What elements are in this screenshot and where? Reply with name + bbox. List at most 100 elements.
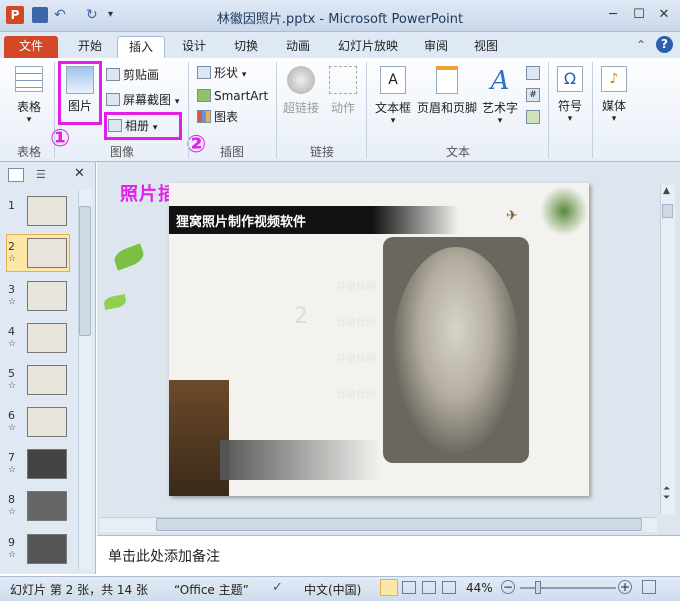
- faint-line: 目录标题: [336, 354, 376, 365]
- minimize-icon[interactable]: ─: [602, 7, 624, 23]
- clipart-button[interactable]: 剪贴画: [106, 66, 159, 84]
- tab-design[interactable]: 设计: [172, 36, 216, 58]
- previous-slide-icon[interactable]: ⏶ ⏷: [663, 485, 670, 503]
- vertical-scrollbar[interactable]: [660, 185, 675, 515]
- chart-button[interactable]: 图表: [197, 108, 238, 126]
- slide-thumbnail[interactable]: [27, 323, 67, 353]
- transition-star-icon: ☆: [8, 254, 17, 264]
- slide-thumbnail-selected[interactable]: [27, 238, 67, 268]
- dropdown-arrow-icon: ▾: [390, 116, 396, 126]
- textbox-icon: A: [380, 66, 406, 94]
- action-button[interactable]: 动作: [325, 64, 361, 116]
- picture-button[interactable]: 图片: [61, 64, 99, 114]
- tab-transitions[interactable]: 切换: [224, 36, 268, 58]
- slide-thumbnail[interactable]: [27, 196, 67, 226]
- shapes-button[interactable]: 形状 ▾: [197, 64, 246, 82]
- globe-icon: [287, 66, 315, 94]
- theme-name[interactable]: “Office 主题”: [174, 581, 249, 598]
- window-title: 林徽因照片.pptx - Microsoft PowerPoint: [216, 12, 464, 27]
- table-button[interactable]: 表格 ▾: [8, 64, 50, 125]
- tab-slideshow[interactable]: 幻灯片放映: [330, 36, 406, 58]
- fit-to-window-icon[interactable]: [642, 580, 656, 594]
- tab-review[interactable]: 审阅: [416, 36, 456, 58]
- slide-counter: 幻灯片 第 2 张，共 14 张: [10, 583, 148, 597]
- textbox-button[interactable]: A 文本框 ▾: [372, 64, 414, 126]
- hyperlink-button[interactable]: 超链接: [280, 64, 322, 116]
- screenshot-button[interactable]: 屏幕截图 ▾: [106, 91, 179, 109]
- close-icon[interactable]: ✕: [653, 7, 675, 23]
- slide-thumbnail[interactable]: [27, 281, 67, 311]
- slide-number-label: 2: [8, 240, 15, 253]
- smartart-button[interactable]: SmartArt: [197, 87, 268, 105]
- hyperlink-label: 超链接: [282, 101, 319, 115]
- slide-number-icon[interactable]: #: [526, 88, 540, 102]
- header-footer-button[interactable]: 页眉和页脚: [416, 64, 478, 116]
- group-separator: [188, 62, 189, 158]
- slides-pane-scroll-thumb[interactable]: [79, 206, 91, 336]
- annotation-circle-two: ②: [186, 130, 207, 158]
- shapes-label: 形状: [214, 66, 239, 80]
- dropdown-arrow-icon: ▾: [611, 114, 617, 124]
- wordart-icon: A: [490, 66, 510, 96]
- horizontal-scroll-thumb[interactable]: [156, 518, 642, 531]
- reading-view-icon[interactable]: [422, 581, 436, 594]
- help-icon[interactable]: ?: [656, 36, 673, 53]
- shapes-icon: [197, 66, 211, 79]
- group-label-table: 表格: [16, 145, 41, 159]
- slide-thumbnail[interactable]: [27, 365, 67, 395]
- clipart-label: 剪贴画: [123, 68, 160, 82]
- zoom-out-icon[interactable]: −: [501, 580, 515, 594]
- date-time-icon[interactable]: [526, 66, 540, 80]
- zoom-in-icon[interactable]: +: [618, 580, 632, 594]
- maximize-icon[interactable]: ☐: [628, 7, 650, 23]
- slide-number-label: 9: [8, 536, 15, 549]
- media-label: 媒体: [601, 99, 626, 113]
- group-separator: [592, 62, 593, 158]
- slide-thumbnail[interactable]: [27, 491, 67, 521]
- group-label-image: 图像: [109, 145, 134, 159]
- notes-placeholder[interactable]: 单击此处添加备注: [108, 546, 220, 566]
- close-pane-icon[interactable]: ✕: [74, 166, 85, 181]
- transition-star-icon: ☆: [8, 297, 17, 307]
- tab-insert[interactable]: 插入: [117, 36, 165, 58]
- language-indicator[interactable]: 中文(中国): [304, 581, 361, 598]
- object-icon[interactable]: [526, 110, 540, 124]
- smartart-icon: [197, 89, 211, 102]
- slide-number-label: 8: [8, 493, 15, 506]
- media-button[interactable]: ♪ 媒体 ▾: [596, 64, 632, 124]
- symbol-button[interactable]: Ω 符号 ▾: [552, 64, 588, 124]
- slides-tab-icon[interactable]: [8, 168, 24, 182]
- dropdown-arrow-icon: ▾: [26, 115, 32, 125]
- header-footer-label: 页眉和页脚: [416, 101, 477, 115]
- slide-banner-text: 狸窝照片制作视频软件: [176, 215, 307, 230]
- zoom-level[interactable]: 44%: [466, 581, 493, 595]
- slide-thumbnail[interactable]: [27, 407, 67, 437]
- tab-file[interactable]: 文件: [4, 36, 58, 58]
- collapse-ribbon-icon[interactable]: ⌃: [636, 38, 646, 52]
- zoom-slider-thumb[interactable]: [535, 581, 541, 594]
- slide-thumbnail[interactable]: [27, 534, 67, 564]
- transition-star-icon: ☆: [8, 381, 17, 391]
- ink-wash-decoration: [220, 440, 380, 480]
- wordart-button[interactable]: A 艺术字 ▾: [480, 64, 520, 126]
- group-label-links: 链接: [309, 145, 334, 159]
- tab-home[interactable]: 开始: [70, 36, 110, 58]
- portrait-photo[interactable]: [383, 237, 529, 463]
- slide-number-label: 4: [8, 325, 15, 338]
- picture-icon: [66, 66, 94, 94]
- slideshow-view-icon[interactable]: [442, 581, 456, 594]
- slide-thumbnail[interactable]: [27, 449, 67, 479]
- action-icon: [329, 66, 357, 94]
- chart-icon: [197, 110, 211, 123]
- scroll-up-icon[interactable]: ▲: [663, 186, 670, 196]
- portrait-oval: [393, 247, 519, 453]
- album-button[interactable]: 相册 ▾: [108, 117, 157, 135]
- outline-tab-icon[interactable]: ☰: [36, 168, 54, 182]
- slide-sorter-icon[interactable]: [402, 581, 416, 594]
- spellcheck-icon[interactable]: ✓: [272, 580, 283, 595]
- vertical-scroll-thumb[interactable]: [662, 204, 673, 218]
- normal-view-icon[interactable]: [380, 579, 398, 596]
- tab-animations[interactable]: 动画: [276, 36, 320, 58]
- dropdown-arrow-icon: ▾: [174, 97, 180, 107]
- tab-view[interactable]: 视图: [466, 36, 506, 58]
